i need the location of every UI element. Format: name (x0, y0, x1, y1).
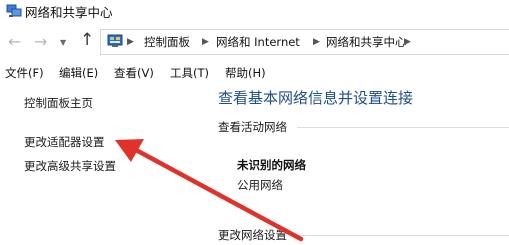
back-arrow-icon[interactable]: ← (8, 32, 21, 51)
up-arrow-icon[interactable]: ↑ (80, 30, 94, 50)
sidebar-item-control-panel-home[interactable]: 控制面板主页 (24, 95, 93, 111)
menu-tools[interactable]: 工具(T) (170, 65, 209, 81)
annotation-arrow-head (115, 139, 144, 162)
sidebar-item-change-advanced-sharing[interactable]: 更改高级共享设置 (24, 158, 116, 174)
title-bar: 网络和共享中心 (0, 0, 509, 24)
breadcrumb-separator-icon: ▶ (127, 37, 134, 47)
control-panel-icon (107, 34, 123, 47)
active-networks-label: 查看活动网络 (218, 120, 287, 134)
menu-file[interactable]: 文件(F) (5, 65, 44, 81)
menu-edit[interactable]: 编辑(E) (59, 65, 98, 81)
navigation-bar: ← → ▼ ↑ ▶ 控制面板 ▶ 网络和 Internet ▶ 网络和共享中心 … (0, 26, 509, 58)
section-divider (297, 127, 509, 128)
change-network-settings-label: 更改网络设置 (218, 228, 287, 242)
window-title: 网络和共享中心 (25, 5, 113, 20)
forward-arrow-icon[interactable]: → (34, 32, 47, 51)
menu-bar: 文件(F) 编辑(E) 查看(V) 工具(T) 帮助(H) (0, 62, 509, 82)
network-center-icon (6, 4, 22, 17)
breadcrumb-separator-icon: ▶ (313, 37, 320, 47)
breadcrumb-network-internet[interactable]: 网络和 Internet (216, 34, 300, 50)
menu-help[interactable]: 帮助(H) (225, 65, 266, 81)
breadcrumb-separator-icon: ▶ (404, 37, 411, 47)
chevron-down-icon[interactable]: ▼ (60, 38, 66, 47)
menu-view[interactable]: 查看(V) (114, 65, 154, 81)
network-type-link[interactable]: 公用网络 (237, 177, 283, 193)
page-title: 查看基本网络信息并设置连接 (218, 89, 414, 107)
address-bar[interactable]: ▶ 控制面板 ▶ 网络和 Internet ▶ 网络和共享中心 ▶ (100, 29, 509, 55)
breadcrumb-control-panel[interactable]: 控制面板 (144, 34, 190, 50)
network-name: 未识别的网络 (237, 158, 306, 172)
section-divider (297, 235, 509, 236)
sidebar-item-change-adapter-settings[interactable]: 更改适配器设置 (24, 134, 105, 150)
breadcrumb-network-center[interactable]: 网络和共享中心 (326, 34, 407, 50)
breadcrumb-separator-icon: ▶ (202, 37, 209, 47)
